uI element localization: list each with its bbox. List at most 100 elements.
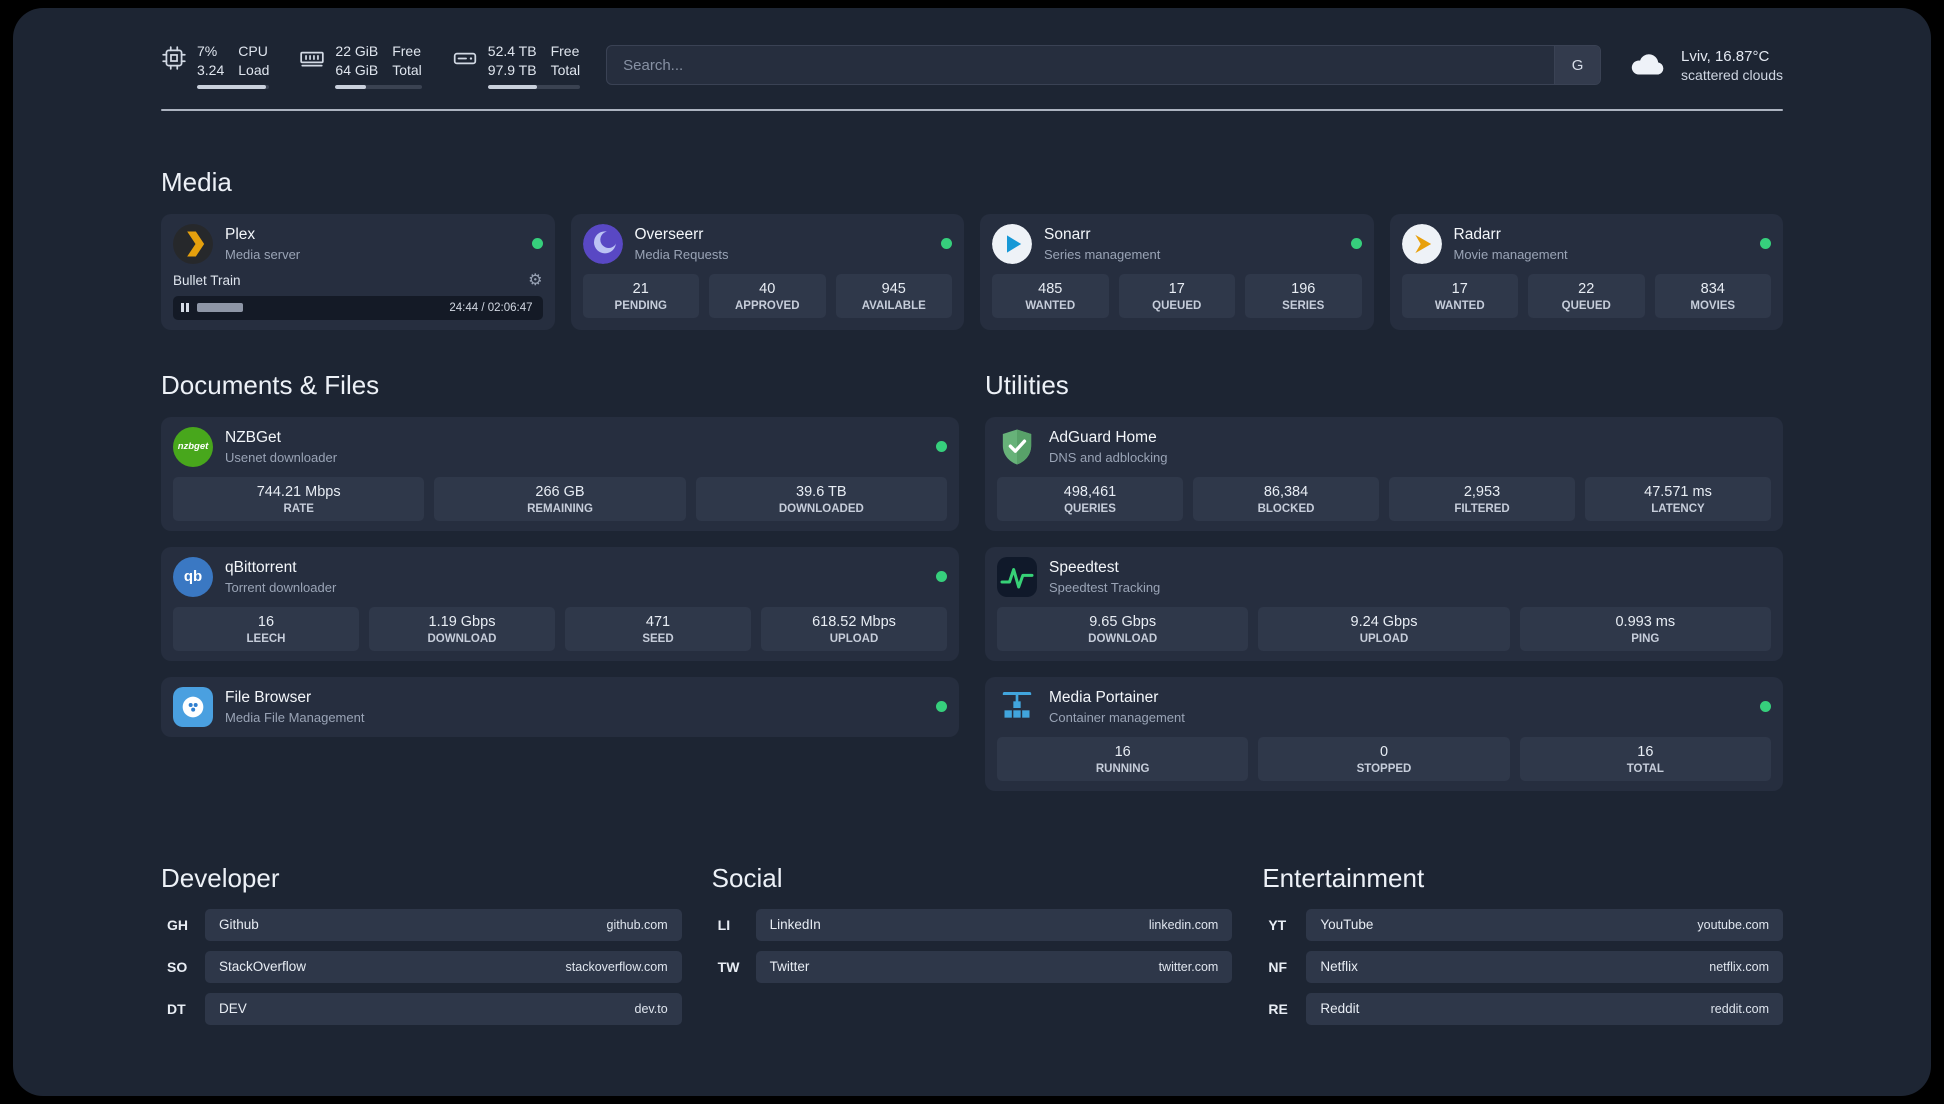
bookmark-url: reddit.com — [1710, 1001, 1769, 1016]
nzbget-icon: nzbget — [173, 426, 213, 467]
stat-label: TOTAL — [1626, 762, 1664, 775]
stat-value: 0 — [1379, 743, 1389, 760]
search-provider-button[interactable]: G — [1554, 46, 1601, 85]
disk-total-value: 97.9 TB — [487, 61, 537, 78]
bookmark-name: StackOverflow — [219, 959, 307, 975]
stat-cell: 618.52 Mbps UPLOAD — [761, 606, 947, 651]
plex-icon — [173, 223, 213, 264]
speedtest-icon — [997, 556, 1037, 597]
section-title-documents: Documents & Files — [161, 369, 380, 400]
service-name[interactable]: Overseerr — [635, 226, 729, 244]
service-card-qbittorrent: qb qBittorrent Torrent downloader 16 LEE… — [161, 546, 959, 661]
bookmark-name: Reddit — [1320, 1001, 1360, 1017]
system-widgets: 7% CPU 3.24 Load 22 GiB Free 64 GiB Tota… — [161, 42, 581, 89]
service-name[interactable]: Sonarr — [1044, 226, 1160, 244]
service-name[interactable]: Radarr — [1454, 226, 1568, 244]
section-title-developer: Developer — [161, 862, 280, 893]
section-title-social: Social — [711, 862, 783, 893]
stat-label: UPLOAD — [1359, 632, 1409, 645]
now-playing-title: Bullet Train — [173, 273, 241, 289]
stat-value: 0.993 ms — [1615, 613, 1676, 630]
status-indicator — [1760, 238, 1771, 250]
service-name[interactable]: Plex — [225, 226, 300, 244]
bookmark-twitter[interactable]: TW Twitter twitter.com — [712, 950, 1233, 983]
stat-cell: 47.571 ms LATENCY — [1585, 476, 1771, 521]
service-name[interactable]: Media Portainer — [1049, 689, 1185, 707]
service-desc: Torrent downloader — [225, 579, 337, 595]
bookmark-name: YouTube — [1320, 917, 1374, 933]
portainer-icon — [997, 687, 1037, 727]
stat-cell: 0 STOPPED — [1258, 736, 1510, 781]
service-card-plex: Plex Media server Bullet Train ⚙ 24:44 /… — [161, 213, 555, 330]
disk-widget: 52.4 TB Free 97.9 TB Total — [452, 42, 581, 89]
service-name[interactable]: qBittorrent — [225, 559, 336, 577]
stat-label: DOWNLOAD — [1088, 632, 1158, 645]
cpu-usage-bar — [197, 84, 270, 89]
stat-label: WANTED — [1025, 299, 1076, 312]
service-name[interactable]: File Browser — [225, 689, 364, 707]
service-card-overseerr: Overseerr Media Requests 21 PENDING 40 A… — [570, 213, 964, 330]
memory-widget: 22 GiB Free 64 GiB Total — [299, 42, 422, 89]
memory-free-label: Free — [392, 43, 422, 59]
memory-ram-icon — [299, 45, 325, 71]
bookmark-youtube[interactable]: YT YouTube youtube.com — [1262, 908, 1783, 941]
stat-cell: 16 TOTAL — [1519, 736, 1771, 781]
bookmark-url: twitter.com — [1158, 959, 1219, 974]
stat-cell: 744.21 Mbps RATE — [173, 476, 425, 521]
bookmark-abbr: RE — [1268, 1000, 1288, 1017]
service-name[interactable]: NZBGet — [225, 429, 337, 447]
pause-icon[interactable] — [181, 303, 189, 313]
bookmark-netflix[interactable]: NF Netflix netflix.com — [1262, 950, 1783, 983]
stat-label: SERIES — [1282, 299, 1325, 312]
stat-value: 40 — [759, 280, 776, 297]
bookmark-name: LinkedIn — [769, 917, 821, 933]
stat-cell: 471 SEED — [565, 606, 751, 651]
nzbget-icon-text: nzbget — [177, 441, 209, 453]
playback-progress-fill — [196, 303, 244, 313]
cloud-icon — [1627, 50, 1669, 80]
bookmark-linkedin[interactable]: LI LinkedIn linkedin.com — [712, 908, 1233, 941]
stat-cell: 17 QUEUED — [1118, 273, 1235, 318]
status-indicator — [531, 238, 543, 250]
playback-progress-track[interactable] — [196, 303, 442, 313]
status-indicator — [936, 701, 947, 713]
stat-label: FILTERED — [1454, 502, 1510, 515]
stat-value: 485 — [1038, 280, 1063, 297]
memory-free-value: 22 GiB — [335, 43, 379, 59]
now-playing-widget: Bullet Train ⚙ 24:44 / 02:06:47 — [173, 272, 543, 320]
stat-label: WANTED — [1434, 299, 1485, 312]
stat-label: RUNNING — [1095, 762, 1150, 775]
service-name[interactable]: Speedtest — [1049, 559, 1160, 577]
disk-usage-bar-fill — [487, 84, 537, 89]
stat-cell: 16 LEECH — [173, 606, 359, 651]
stat-cell: 498,461 QUERIES — [997, 476, 1183, 521]
status-indicator — [936, 571, 947, 583]
bookmark-dev[interactable]: DT DEV dev.to — [161, 992, 682, 1025]
disk-total-label: Total — [550, 61, 581, 78]
bookmark-github[interactable]: GH Github github.com — [161, 908, 682, 941]
stat-value: 498,461 — [1063, 483, 1117, 500]
stat-value: 618.52 Mbps — [812, 613, 896, 630]
service-desc: Media File Management — [225, 709, 365, 725]
stat-label: MOVIES — [1690, 299, 1736, 312]
bookmark-url: youtube.com — [1697, 917, 1769, 932]
bookmark-abbr: NF — [1268, 958, 1287, 975]
stat-value: 22 — [1578, 280, 1595, 297]
stat-label: DOWNLOADED — [778, 502, 864, 515]
stat-label: LEECH — [246, 632, 286, 645]
bookmark-url: linkedin.com — [1148, 917, 1219, 932]
service-name[interactable]: AdGuard Home — [1049, 429, 1168, 447]
weather-condition: scattered clouds — [1681, 66, 1783, 83]
qbittorrent-icon: qb — [173, 556, 213, 597]
bookmark-reddit[interactable]: RE Reddit reddit.com — [1262, 992, 1783, 1025]
search-input[interactable] — [607, 56, 1555, 74]
stat-value: 744.21 Mbps — [256, 483, 341, 500]
settings-gear-icon[interactable]: ⚙ — [528, 272, 542, 289]
status-indicator — [1350, 238, 1362, 250]
bookmark-stackoverflow[interactable]: SO StackOverflow stackoverflow.com — [161, 950, 682, 983]
stat-cell: 17 WANTED — [1401, 273, 1518, 318]
service-desc: Usenet downloader — [225, 449, 338, 465]
filebrowser-icon — [173, 686, 213, 727]
weather-location-temp: Lviv, 16.87°C — [1681, 47, 1770, 65]
stat-value: 21 — [632, 280, 649, 297]
